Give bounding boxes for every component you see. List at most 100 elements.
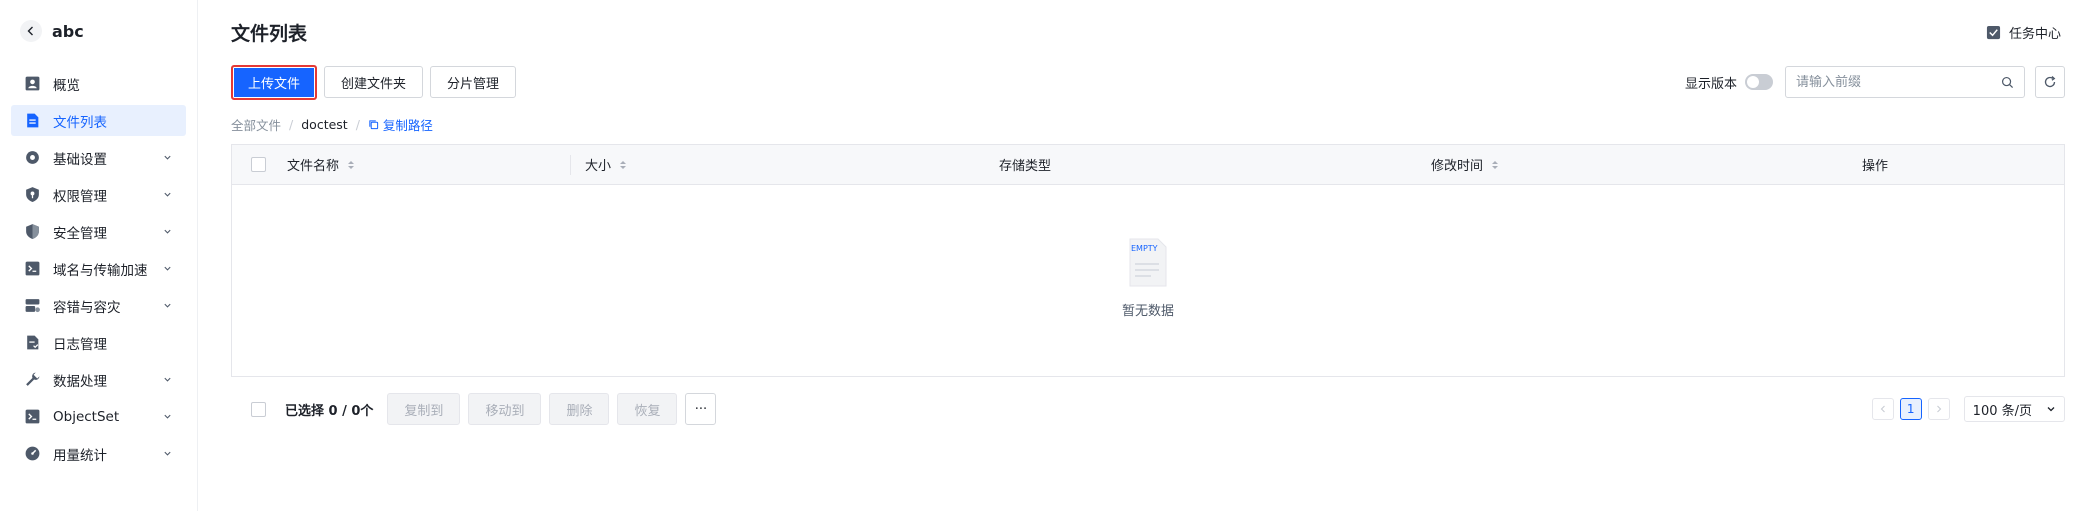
- breadcrumb-root[interactable]: 全部文件: [231, 115, 281, 134]
- column-file-name[interactable]: 文件名称: [287, 145, 571, 185]
- show-version-toggle[interactable]: [1745, 74, 1773, 90]
- footer-select-all-checkbox[interactable]: [251, 401, 266, 417]
- sidebar-menu: 概览 文件列表 基础设置 权限管理 安全管理 域名与传输加速 容错与容灾 日志管…: [0, 68, 197, 469]
- gauge-icon: [24, 445, 41, 462]
- sidebar-item-label: 数据处理: [53, 373, 107, 390]
- breadcrumb-separator: /: [289, 116, 294, 132]
- chevron-down-icon: [164, 192, 171, 197]
- header-select-all-cell: [232, 145, 287, 185]
- bucket-name: abc: [52, 21, 84, 41]
- task-checkbox-icon: [1986, 25, 2001, 39]
- terminal-icon: [24, 260, 41, 277]
- sort-icon: [1492, 160, 1499, 169]
- shield-icon: [24, 223, 41, 240]
- column-storage-type: 存储类型: [999, 145, 1431, 185]
- prev-page-button[interactable]: [1871, 398, 1894, 420]
- file-table: 文件名称 大小 存储类型 修改时间 操作 EMPTY 暂无数据: [231, 144, 2065, 377]
- database-icon: [24, 297, 41, 314]
- next-page-button[interactable]: [1927, 398, 1950, 420]
- page-size-value: 100 条/页: [1972, 403, 2032, 419]
- file-list-icon: [24, 112, 41, 129]
- sort-icon: [348, 160, 355, 169]
- pagination: 1 100 条/页: [1871, 396, 2065, 422]
- copy-to-button[interactable]: 复制到: [387, 393, 461, 425]
- prefix-search: [1785, 66, 2025, 98]
- column-label: 修改时间: [1431, 159, 1484, 174]
- breadcrumb-current: doctest: [301, 116, 348, 132]
- back-button[interactable]: [20, 20, 42, 42]
- copy-path-label: 复制路径: [382, 117, 433, 133]
- column-size[interactable]: 大小: [571, 145, 999, 185]
- copy-path-link[interactable]: 复制路径: [368, 115, 433, 134]
- empty-file-icon: EMPTY: [1129, 238, 1167, 287]
- sidebar-item-file-list[interactable]: 文件列表: [11, 105, 186, 136]
- create-folder-button[interactable]: 创建文件夹: [324, 66, 424, 98]
- sidebar-item-disaster-recovery[interactable]: 容错与容灾: [11, 290, 186, 321]
- chevron-left-icon: [27, 26, 33, 36]
- sidebar-item-data-processing[interactable]: 数据处理: [11, 364, 186, 395]
- page-number[interactable]: 1: [1899, 398, 1922, 420]
- sidebar-header: abc: [0, 14, 197, 48]
- breadcrumb: 全部文件 / doctest / 复制路径: [231, 106, 2065, 142]
- copy-icon: [369, 119, 379, 129]
- sidebar-item-objectset[interactable]: ObjectSet: [11, 401, 186, 432]
- batch-actions: 已选择 0 / 0个 复制到 移动到 删除 恢复 ···: [231, 393, 717, 425]
- sidebar-item-label: 权限管理: [53, 188, 107, 205]
- sidebar-item-label: ObjectSet: [53, 408, 120, 425]
- multipart-management-button[interactable]: 分片管理: [430, 66, 517, 98]
- sidebar-item-security[interactable]: 安全管理: [11, 216, 186, 247]
- delete-button[interactable]: 删除: [549, 393, 610, 425]
- sidebar-item-label: 概览: [53, 77, 80, 94]
- empty-text: 暂无数据: [1121, 304, 1174, 319]
- more-actions-button[interactable]: ···: [685, 393, 717, 425]
- select-all-checkbox[interactable]: [251, 157, 266, 172]
- sidebar-item-logs[interactable]: 日志管理: [11, 327, 186, 358]
- sidebar: abc 概览 文件列表 基础设置 权限管理 安全管理 域名与传输加速 容错与容灾…: [0, 0, 198, 511]
- svg-text:EMPTY: EMPTY: [1131, 244, 1158, 253]
- sort-icon: [620, 160, 627, 169]
- sidebar-item-overview[interactable]: 概览: [11, 68, 186, 99]
- wrench-icon: [24, 371, 41, 388]
- refresh-button[interactable]: [2035, 66, 2065, 98]
- sidebar-item-domain-acceleration[interactable]: 域名与传输加速: [11, 253, 186, 284]
- task-center-label: 任务中心: [2008, 26, 2061, 42]
- overview-icon: [24, 75, 41, 92]
- upload-file-button[interactable]: 上传文件: [231, 64, 318, 100]
- sidebar-item-label: 基础设置: [53, 151, 107, 168]
- sidebar-item-label: 域名与传输加速: [53, 262, 148, 279]
- shield-key-icon: [24, 186, 41, 203]
- sidebar-item-usage-stats[interactable]: 用量统计: [11, 438, 186, 469]
- chevron-down-icon: [2047, 407, 2055, 412]
- move-to-button[interactable]: 移动到: [468, 393, 542, 425]
- file-list-panel: 文件列表 任务中心 上传文件 创建文件夹 分片管理 显示版本 请输入前缀 全部文…: [198, 0, 2093, 511]
- page-size-select[interactable]: 100 条/页: [1963, 396, 2065, 422]
- selection-count: 已选择 0 / 0个: [285, 403, 374, 419]
- sidebar-item-basic-settings[interactable]: 基础设置: [11, 142, 186, 173]
- log-icon: [24, 334, 41, 351]
- chevron-down-icon: [164, 451, 171, 456]
- restore-button[interactable]: 恢复: [617, 393, 678, 425]
- chevron-down-icon: [164, 414, 171, 419]
- prefix-search-input[interactable]: [1796, 74, 2001, 90]
- column-actions: 操作: [1862, 145, 2062, 185]
- sidebar-item-label: 容错与容灾: [53, 299, 121, 316]
- chevron-down-icon: [164, 303, 171, 308]
- show-version-label: 显示版本: [1684, 76, 1737, 92]
- column-label: 存储类型: [999, 159, 1052, 174]
- chevron-right-icon: [1936, 405, 1941, 413]
- sidebar-item-label: 文件列表: [53, 114, 107, 131]
- sidebar-item-label: 安全管理: [53, 225, 107, 242]
- main-content: 文件列表 任务中心 上传文件 创建文件夹 分片管理 显示版本 请输入前缀 全部文…: [198, 0, 2093, 511]
- chevron-down-icon: [164, 377, 171, 382]
- chevron-left-icon: [1880, 405, 1885, 413]
- search-icon[interactable]: [2001, 76, 2014, 89]
- task-center-link[interactable]: 任务中心: [1986, 23, 2061, 42]
- toolbar-right: 显示版本: [1685, 66, 2065, 98]
- gear-icon: [24, 149, 41, 166]
- column-label: 文件名称: [287, 159, 340, 174]
- column-modified-time[interactable]: 修改时间: [1431, 145, 1862, 185]
- terminal-icon: [24, 408, 41, 425]
- table-footer: 已选择 0 / 0个 复制到 移动到 删除 恢复 ··· 1 100 条/页: [231, 392, 2065, 426]
- sidebar-item-label: 用量统计: [53, 447, 107, 464]
- sidebar-item-permissions[interactable]: 权限管理: [11, 179, 186, 210]
